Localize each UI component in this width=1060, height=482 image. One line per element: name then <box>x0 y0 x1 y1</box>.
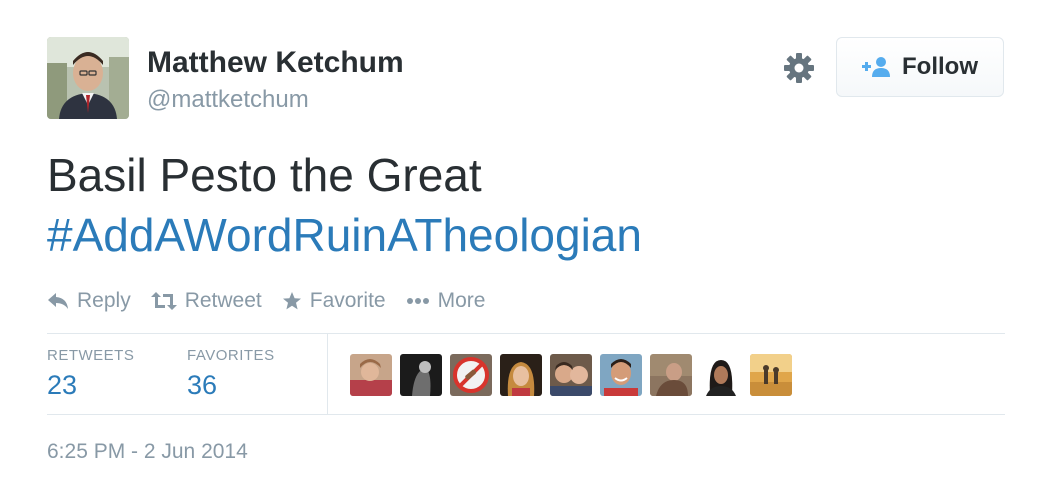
tweet-actions: Reply Retweet Favorite More <box>47 284 505 318</box>
favorites-stat[interactable]: FAVORITES 36 <box>187 347 275 401</box>
author-name[interactable]: Matthew Ketchum <box>147 46 404 80</box>
tweet-text: Basil Pesto the Great #AddAWordRuinATheo… <box>47 145 642 265</box>
add-user-icon <box>862 57 890 77</box>
favorite-label: Favorite <box>309 289 386 312</box>
author-avatar[interactable] <box>47 37 129 119</box>
more-button[interactable]: More <box>406 289 486 313</box>
star-icon <box>282 292 301 310</box>
more-label: More <box>437 289 486 312</box>
gear-icon[interactable] <box>782 51 816 85</box>
favoriter-avatar[interactable] <box>350 354 392 396</box>
favoriter-avatars <box>350 354 792 396</box>
favorites-count[interactable]: 36 <box>187 370 275 401</box>
reply-icon <box>48 293 68 309</box>
favoriter-avatar[interactable] <box>400 354 442 396</box>
tweet-body: Basil Pesto the Great <box>47 149 482 201</box>
retweet-button[interactable]: Retweet <box>150 289 262 313</box>
retweets-stat[interactable]: RETWEETS 23 <box>47 347 134 401</box>
retweets-label: RETWEETS <box>47 347 135 364</box>
favoriter-avatar[interactable] <box>550 354 592 396</box>
follow-button[interactable]: Follow <box>836 37 1004 97</box>
stats-top-divider <box>47 333 1005 334</box>
favoriter-avatar[interactable] <box>500 354 542 396</box>
retweet-label: Retweet <box>184 289 262 312</box>
favoriter-avatar[interactable] <box>750 354 792 396</box>
tweet-timestamp[interactable]: 6:25 PM - 2 Jun 2014 <box>47 440 248 464</box>
stats-vertical-divider <box>327 334 328 414</box>
favoriter-avatar[interactable] <box>600 354 642 396</box>
author-handle[interactable]: @mattketchum <box>147 86 309 114</box>
favorites-label: FAVORITES <box>187 347 275 364</box>
more-dots-icon <box>406 298 429 304</box>
reply-button[interactable]: Reply <box>47 289 131 313</box>
reply-label: Reply <box>77 289 131 312</box>
favorite-button[interactable]: Favorite <box>282 289 386 313</box>
stats-bottom-divider <box>47 414 1005 415</box>
retweet-icon <box>150 292 177 310</box>
hashtag-link[interactable]: #AddAWordRuinATheologian <box>47 205 642 265</box>
favoriter-avatar[interactable] <box>700 354 742 396</box>
follow-label: Follow <box>902 53 978 80</box>
favoriter-avatar[interactable] <box>650 354 692 396</box>
retweets-count[interactable]: 23 <box>47 370 134 401</box>
favoriter-avatar[interactable] <box>450 354 492 396</box>
